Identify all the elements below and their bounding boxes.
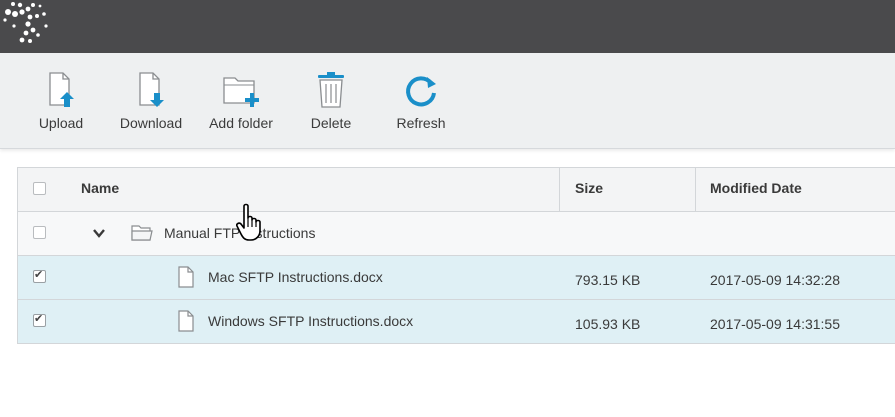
file-modified-date: 2017-05-09 14:31:55 [710, 316, 840, 332]
upload-button[interactable]: Upload [21, 71, 101, 143]
upload-label: Upload [38, 115, 84, 131]
document-icon [178, 266, 194, 288]
download-label: Download [119, 115, 183, 131]
download-button[interactable]: Download [111, 71, 191, 143]
column-modified-header[interactable]: Modified Date [710, 168, 802, 211]
folder-icon [131, 225, 153, 241]
row-checkbox[interactable] [33, 226, 46, 239]
file-size: 793.15 KB [575, 272, 641, 288]
refresh-icon [406, 76, 436, 107]
file-table: Name Size Modified Date Manual FTP Instr… [17, 167, 895, 344]
download-icon [139, 72, 164, 107]
column-divider[interactable] [559, 168, 560, 211]
table-header: Name Size Modified Date [17, 168, 895, 212]
add-folder-label: Add folder [209, 115, 273, 131]
refresh-button[interactable]: Refresh [381, 71, 461, 143]
document-icon [178, 310, 194, 332]
column-divider[interactable] [695, 168, 696, 211]
table-row[interactable]: Windows SFTP Instructions.docx 105.93 KB… [17, 300, 895, 344]
table-row[interactable]: Manual FTP Instructions [17, 212, 895, 256]
refresh-label: Refresh [396, 115, 446, 131]
file-name[interactable]: Windows SFTP Instructions.docx [208, 313, 413, 329]
row-checkbox[interactable] [33, 312, 46, 327]
logo-icon [3, 2, 48, 43]
chevron-down-icon[interactable] [92, 226, 106, 240]
row-checkbox[interactable] [33, 268, 46, 283]
file-name[interactable]: Mac SFTP Instructions.docx [208, 269, 383, 285]
select-all-checkbox[interactable] [33, 182, 46, 195]
hand-cursor-icon [236, 203, 261, 241]
delete-button[interactable]: Delete [291, 71, 371, 143]
trash-icon [318, 72, 344, 108]
add-folder-button[interactable]: Add folder [201, 71, 281, 143]
file-modified-date: 2017-05-09 14:32:28 [710, 272, 840, 288]
toolbar: Upload Download Add folder Delete Refres… [0, 53, 895, 149]
upload-icon [49, 72, 74, 107]
top-bar [0, 0, 895, 53]
column-name-header[interactable]: Name [81, 168, 119, 211]
table-row[interactable]: Mac SFTP Instructions.docx 793.15 KB 201… [17, 256, 895, 300]
file-size: 105.93 KB [575, 316, 641, 332]
delete-label: Delete [310, 115, 352, 131]
add-folder-icon [223, 77, 259, 107]
column-size-header[interactable]: Size [575, 168, 603, 211]
